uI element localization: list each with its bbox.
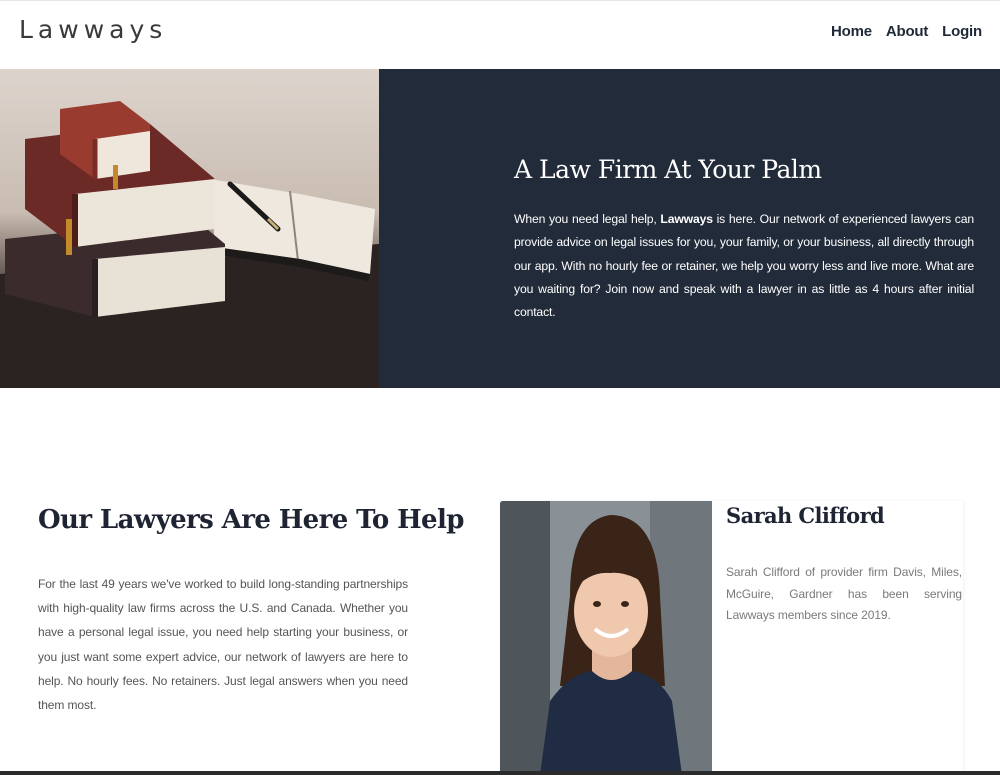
hero-section: A Law Firm At Your Palm When you need le… — [0, 69, 1000, 388]
hero-title: A Law Firm At Your Palm — [514, 155, 822, 184]
nav-links: Home About Login — [831, 23, 982, 40]
hero-description: When you need legal help, Lawways is her… — [514, 212, 974, 320]
help-section-title: Our Lawyers Are Here To Help — [38, 505, 464, 535]
nav-link-home[interactable]: Home — [831, 23, 872, 40]
hero-books-image — [0, 69, 379, 388]
lawyer-name: Sarah Clifford — [726, 503, 885, 528]
nav-link-login[interactable]: Login — [942, 23, 982, 40]
hero-brand-name: Lawways — [660, 212, 713, 226]
lawyer-card[interactable]: Sarah Clifford Sarah Clifford of provide… — [500, 501, 963, 775]
help-section-description: For the last 49 years we've worked to bu… — [38, 577, 408, 713]
brand-logo[interactable]: Lawways — [19, 15, 167, 44]
nav-link-about[interactable]: About — [886, 23, 929, 40]
books-illustration — [0, 69, 379, 388]
hero-text-block: A Law Firm At Your Palm When you need le… — [514, 155, 974, 324]
lawyer-portrait — [500, 501, 712, 775]
bottom-divider — [0, 771, 1000, 775]
top-navbar: Lawways Home About Login — [0, 0, 1000, 69]
lawyer-bio: Sarah Clifford of provider firm Davis, M… — [726, 565, 962, 622]
lawyer-photo — [500, 501, 712, 775]
